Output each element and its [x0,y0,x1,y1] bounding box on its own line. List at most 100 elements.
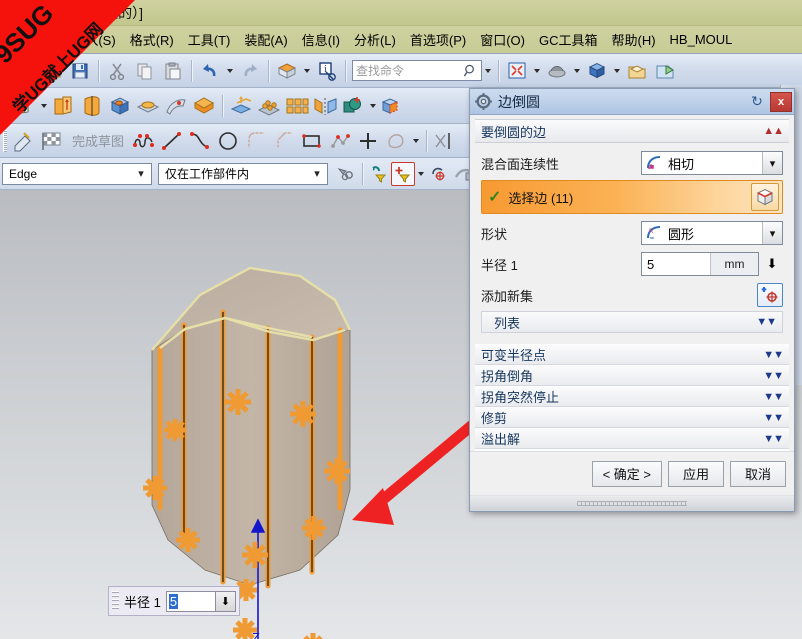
extrude-icon[interactable] [50,92,78,120]
trim-body-icon[interactable] [379,92,407,120]
boss-pad-icon[interactable] [134,92,162,120]
list-bar[interactable]: 列表 ▼▼ [481,311,783,333]
shape-combo[interactable]: R 圆形 ▾ [641,221,783,245]
toolbar-grip[interactable] [3,129,7,152]
snap-point-dropdown-caret[interactable] [418,171,424,176]
layer-folder-icon[interactable] [623,57,651,85]
pattern-feature-icon[interactable] [283,92,311,120]
section-variable-radius-points[interactable]: 可变半径点 ▼▼ [475,344,789,365]
viewport-radius-field[interactable]: 5 [165,590,216,612]
close-icon[interactable]: x [770,91,792,112]
section-corner-setback[interactable]: 拐角倒角 ▼▼ [475,365,789,386]
offset-curve-icon[interactable] [382,127,410,155]
sketch-icon[interactable] [10,127,38,155]
spin-down-icon[interactable]: ⬇ [761,252,783,276]
info-object-icon[interactable]: i [313,57,341,85]
section-edges-to-blend-header[interactable]: 要倒圆的边 ▲▲ [475,119,789,143]
draft-icon[interactable] [162,92,190,120]
menu-analysis[interactable]: 分析(L) [347,27,403,52]
add-new-set-icon[interactable] [757,283,783,307]
menu-help[interactable]: 帮助(H) [605,27,663,52]
unite-icon[interactable] [339,92,367,120]
rotate-view-icon[interactable] [543,57,571,85]
arc-icon[interactable] [186,127,214,155]
save-icon[interactable] [66,57,94,85]
chevron-down-icon[interactable]: ▾ [762,152,782,174]
model-icon[interactable] [273,57,301,85]
select-edge-row[interactable]: ✓ 选择边 (11) [481,180,783,214]
spin-down-icon[interactable]: ⬇ [215,590,236,612]
mirror-feature-icon[interactable] [311,92,339,120]
snap-point-icon[interactable] [391,161,415,186]
circle-icon[interactable] [214,127,242,155]
chamfer-icon[interactable] [270,127,298,155]
radius1-input[interactable]: 5 mm [641,252,759,276]
fit-view-icon[interactable] [503,57,531,85]
curve-dropdown-caret[interactable] [413,138,420,143]
ok-button[interactable]: < 确定 > [591,460,662,487]
cancel-button[interactable]: 取消 [730,460,786,487]
menu-preferences[interactable]: 首选项(P) [403,27,473,52]
line-icon[interactable] [158,127,186,155]
rectangle-icon[interactable] [298,127,326,155]
revolve-icon[interactable] [78,92,106,120]
paste-icon[interactable] [159,57,187,85]
studio-spline-icon[interactable] [130,127,158,155]
datum-plane-icon[interactable] [10,92,38,120]
shaded-cube-dropdown-caret[interactable] [614,68,620,73]
snap-point-filter-icon[interactable] [367,162,391,186]
menu-assemblies[interactable]: 装配(A) [237,27,294,52]
radius1-unit[interactable]: mm [710,253,758,275]
menu-information[interactable]: 信息(I) [295,27,347,52]
dialog-title-bar[interactable]: 边倒圆 ↻ x [470,89,794,115]
search-input[interactable]: 查找命令 [352,60,482,81]
viewport-radius-input-box[interactable]: 半径 1 5 ⬇ [108,586,240,616]
reset-icon[interactable]: ↻ [746,92,768,112]
menu-insert[interactable]: 插入(S) [65,27,122,52]
menu-gc-toolkit[interactable]: GC工具箱 [532,27,605,52]
apply-button[interactable]: 应用 [668,460,724,487]
menu-tools[interactable]: 工具(T) [181,27,238,52]
polygon-icon[interactable] [326,127,354,155]
redo-icon[interactable] [236,57,264,85]
fillet-icon[interactable] [242,127,270,155]
undo-icon[interactable] [196,57,224,85]
section-trim[interactable]: 修剪 ▼▼ [475,407,789,428]
layer-green-icon[interactable] [651,57,679,85]
blend-continuity-combo[interactable]: 相切 ▾ [641,151,783,175]
model-dropdown-caret[interactable] [304,68,310,73]
rotate-view-dropdown-caret[interactable] [574,68,580,73]
selection-type-combo[interactable]: Edge ▾ [2,162,152,185]
selection-scope-combo[interactable]: 仅在工作部件内 ▾ [158,162,328,185]
select-general-icon[interactable] [334,162,358,186]
snap-arc-center-icon[interactable] [427,162,451,186]
offset-face-icon[interactable] [227,92,255,120]
menu-format[interactable]: 格式(R) [123,27,181,52]
fit-view-dropdown-caret[interactable] [534,68,540,73]
undo-dropdown-caret[interactable] [227,68,233,73]
point-icon[interactable] [354,127,382,155]
drag-grip[interactable] [112,591,119,611]
menu-view[interactable]: 视图(V) [8,27,65,52]
dialog-resize-grip[interactable] [470,495,794,511]
pattern-face-icon[interactable] [255,92,283,120]
open-folder-icon[interactable] [38,57,66,85]
hole-icon[interactable] [106,92,134,120]
trim-curve-icon[interactable] [431,127,459,155]
section-stop-short-of-corner[interactable]: 拐角突然停止 ▼▼ [475,386,789,407]
toolbar-grip[interactable] [3,59,7,82]
shell-icon[interactable] [190,92,218,120]
search-dropdown-caret[interactable] [485,68,491,73]
unite-dropdown-caret[interactable] [370,103,376,108]
finish-flag-icon[interactable] [38,127,66,155]
chevron-down-icon[interactable]: ▾ [762,222,782,244]
new-file-icon[interactable] [10,57,38,85]
shaded-cube-icon[interactable] [583,57,611,85]
menu-hb-moul[interactable]: HB_MOUL [663,29,740,50]
copy-icon[interactable] [131,57,159,85]
select-edge-cube-icon[interactable] [751,183,779,211]
toolbar-grip[interactable] [3,94,7,117]
section-overflow-resolutions[interactable]: 溢出解 ▼▼ [475,428,789,449]
menu-window[interactable]: 窗口(O) [473,27,532,52]
datum-dropdown-caret[interactable] [41,103,47,108]
